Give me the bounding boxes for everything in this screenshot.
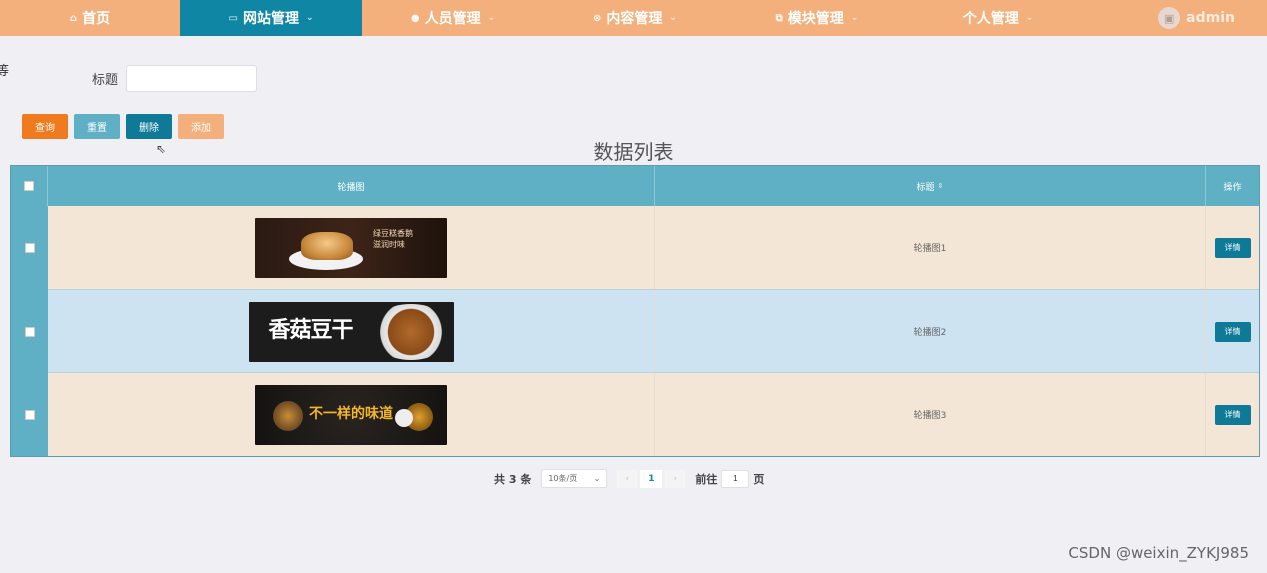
- title-cell: 轮播图3: [655, 373, 1206, 456]
- table-row: 香菇豆干 轮播图2 详情: [11, 290, 1259, 373]
- banner-2-text: 香菇豆干: [268, 316, 354, 343]
- row-checkbox[interactable]: [24, 326, 35, 337]
- user-icon: ●: [410, 12, 420, 24]
- row-select-cell: [11, 373, 48, 456]
- header-image: 轮播图: [48, 166, 655, 206]
- chevron-down-icon: ⌄: [1025, 13, 1034, 23]
- top-nav: ⌂ 首页 ▭ 网站管理 ⌄ ● 人员管理 ⌄ ⊗ 内容管理 ⌄ ⧉ 模块管理 ⌄…: [0, 0, 1267, 36]
- select-all-cell: [11, 166, 48, 206]
- page-size-value: 10条/页: [548, 474, 578, 483]
- data-table: 轮播图 标题 ⇕ 操作 绿豆糕香鹅 滋润时味 轮播图1 详情 香菇豆干 轮播图2…: [10, 165, 1260, 457]
- row-title: 轮播图1: [913, 244, 947, 254]
- chevron-down-icon: ⌄: [305, 13, 314, 23]
- next-page-button[interactable]: ›: [665, 469, 686, 488]
- banner-3-text: 不一样的味道: [309, 405, 393, 422]
- nav-personnel-management[interactable]: ● 人员管理 ⌄: [362, 0, 544, 36]
- select-all-checkbox[interactable]: [24, 181, 34, 191]
- detail-button[interactable]: 详情: [1214, 237, 1251, 258]
- page-number-current[interactable]: 1: [640, 469, 663, 488]
- banner-cell: 绿豆糕香鹅 滋润时味: [48, 206, 655, 289]
- page-suffix: 页: [753, 472, 765, 486]
- monitor-icon: ▭: [228, 12, 238, 24]
- nav-content-management[interactable]: ⊗ 内容管理 ⌄: [544, 0, 726, 36]
- op-cell: 详情: [1206, 206, 1259, 289]
- nav-personal-management[interactable]: 个人管理 ⌄: [908, 0, 1088, 36]
- total-count: 共 3 条: [494, 472, 532, 486]
- banner-image-3: 不一样的味道: [255, 384, 447, 445]
- goto-label: 前往: [695, 472, 718, 486]
- nav-home-label: 首页: [82, 11, 111, 27]
- table-header: 轮播图 标题 ⇕ 操作: [11, 166, 1259, 206]
- page-size-select[interactable]: 10条/页 ⌄: [541, 469, 608, 488]
- row-select-cell: [11, 206, 48, 289]
- chevron-down-icon: ⌄: [487, 13, 496, 23]
- header-op-label: 操作: [1223, 182, 1242, 193]
- table-row: 绿豆糕香鹅 滋润时味 轮播图1 详情: [11, 206, 1259, 289]
- chevron-down-icon: ⌄: [593, 474, 601, 483]
- header-title[interactable]: 标题 ⇕: [655, 166, 1206, 206]
- nav-personnel-label: 人员管理: [424, 11, 481, 27]
- row-checkbox[interactable]: [24, 242, 35, 253]
- chevron-down-icon: ⌄: [850, 13, 859, 23]
- module-icon: ⧉: [775, 12, 783, 24]
- edge-text: 等: [0, 64, 10, 79]
- chevron-down-icon: ⌄: [669, 13, 677, 23]
- user-menu[interactable]: ▣ admin: [1158, 0, 1235, 36]
- op-cell: 详情: [1206, 373, 1259, 456]
- row-title: 轮播图3: [913, 411, 947, 421]
- detail-button[interactable]: 详情: [1214, 321, 1251, 342]
- search-label: 标题: [92, 73, 119, 88]
- banner-image-2: 香菇豆干: [248, 301, 454, 362]
- header-title-label: 标题: [916, 182, 935, 193]
- search-form: 标题: [92, 65, 258, 92]
- row-checkbox[interactable]: [24, 409, 35, 420]
- prev-page-button[interactable]: ‹: [617, 469, 638, 488]
- banner-cell: 不一样的味道: [48, 373, 655, 456]
- table-title: 数据列表: [593, 140, 674, 164]
- sort-icon[interactable]: ⇕: [938, 182, 944, 190]
- banner-cell: 香菇豆干: [48, 290, 655, 373]
- nav-home[interactable]: ⌂ 首页: [0, 0, 180, 36]
- home-icon: ⌂: [69, 12, 78, 24]
- title-search-input[interactable]: [126, 65, 258, 92]
- op-cell: 详情: [1206, 290, 1259, 373]
- nav-module-management[interactable]: ⧉ 模块管理 ⌄: [726, 0, 908, 36]
- avatar: ▣: [1158, 7, 1181, 29]
- nav-personal-label: 个人管理: [962, 11, 1019, 27]
- banner-1-text: 绿豆糕香鹅 滋润时味: [373, 228, 413, 249]
- pagination: 共 3 条 10条/页 ⌄ ‹ 1 › 前往 页: [494, 469, 764, 488]
- title-cell: 轮播图2: [655, 290, 1206, 373]
- nav-website-management[interactable]: ▭ 网站管理 ⌄: [180, 0, 362, 36]
- page-nav: ‹ 1 ›: [617, 469, 686, 488]
- row-select-cell: [11, 290, 48, 373]
- content-icon: ⊗: [593, 12, 602, 24]
- watermark: CSDN @weixin_ZYKJ985: [1068, 544, 1249, 562]
- goto-page-input[interactable]: [721, 469, 750, 488]
- table-row: 不一样的味道 轮播图3 详情: [11, 373, 1259, 456]
- username: admin: [1186, 10, 1235, 26]
- row-title: 轮播图2: [913, 328, 947, 338]
- nav-module-label: 模块管理: [787, 11, 844, 27]
- nav-content-label: 内容管理: [606, 11, 663, 27]
- detail-button[interactable]: 详情: [1214, 404, 1251, 425]
- header-op: 操作: [1206, 166, 1259, 206]
- header-image-label: 轮播图: [337, 182, 365, 193]
- banner-image-1: 绿豆糕香鹅 滋润时味: [255, 217, 447, 278]
- title-cell: 轮播图1: [655, 206, 1206, 289]
- page-goto: 前往 页: [695, 469, 765, 488]
- nav-website-label: 网站管理: [242, 11, 299, 27]
